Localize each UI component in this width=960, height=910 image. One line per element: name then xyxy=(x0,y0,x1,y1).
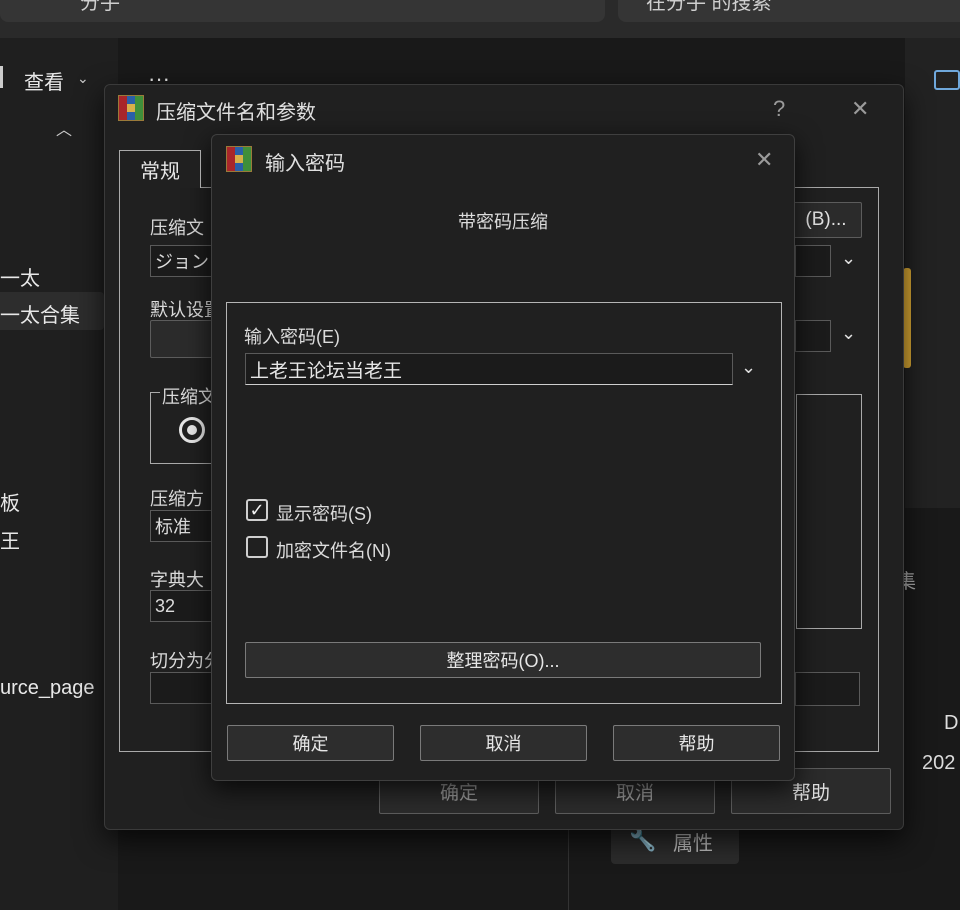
password-input[interactable]: 上老王论坛当老王 xyxy=(245,353,733,385)
check-mark-icon: ✓ xyxy=(249,499,265,520)
chevron-down-icon: ⌄ xyxy=(77,70,89,86)
close-icon[interactable]: ✕ xyxy=(755,147,773,173)
archive-options-panel xyxy=(796,394,862,629)
tab-general[interactable]: 常规 xyxy=(119,150,201,188)
chevron-down-icon[interactable]: ⌄ xyxy=(841,323,856,344)
compression-method-label: 压缩方 xyxy=(150,489,204,509)
password-ok-button[interactable]: 确定 xyxy=(227,725,394,761)
nav-item[interactable]: 一太 xyxy=(0,262,40,291)
encrypt-filenames-label[interactable]: 加密文件名(N) xyxy=(276,537,391,563)
properties-label: 属性 xyxy=(673,833,713,855)
compression-method-select[interactable]: 标准 xyxy=(150,510,220,542)
password-label: 输入密码(E) xyxy=(244,327,340,347)
password-help-button[interactable]: 帮助 xyxy=(613,725,780,761)
tab-general-label: 常规 xyxy=(140,161,180,183)
archive-help-label: 帮助 xyxy=(791,782,830,804)
chevron-up-icon[interactable]: ︿ xyxy=(56,116,72,140)
profiles-button[interactable] xyxy=(150,320,220,358)
close-icon[interactable]: ✕ xyxy=(851,96,869,122)
compression-method-value: 标准 xyxy=(155,517,191,537)
organize-passwords-button[interactable]: 整理密码(O)... xyxy=(245,642,761,678)
nav-item[interactable]: 板 xyxy=(0,487,20,516)
nav-item[interactable]: 王 xyxy=(0,525,20,554)
explorer-nav-pane xyxy=(0,38,118,910)
organize-passwords-label: 整理密码(O)... xyxy=(446,651,560,671)
split-volumes-field-end[interactable] xyxy=(795,672,860,706)
show-password-label[interactable]: 显示密码(S) xyxy=(276,500,372,526)
view-icon xyxy=(0,66,6,88)
browse-button[interactable]: (B)... xyxy=(790,202,862,238)
search-box-text: 在分手 的搜索 xyxy=(646,0,772,14)
explorer-tab-label: 分手 xyxy=(80,0,120,14)
archive-name-field[interactable]: ジョン xyxy=(150,245,220,277)
chevron-down-icon[interactable]: ⌄ xyxy=(841,248,856,269)
split-volumes-field[interactable] xyxy=(150,672,220,704)
wrench-icon: 🔧 xyxy=(629,827,657,852)
archive-format-label: 压缩文 xyxy=(160,383,218,409)
password-help-label: 帮助 xyxy=(678,734,715,754)
explorer-details-pane xyxy=(905,38,960,508)
winrar-icon xyxy=(118,95,144,121)
dictionary-size-select[interactable]: 32 xyxy=(150,590,220,622)
help-icon[interactable]: ? xyxy=(773,96,785,122)
encrypt-filenames-checkbox[interactable] xyxy=(246,536,268,558)
dictionary-size-value: 32 xyxy=(155,595,176,616)
password-dialog-title: 输入密码 xyxy=(265,153,345,175)
archive-name-label: 压缩文 xyxy=(150,218,204,238)
dictionary-size-label: 字典大 xyxy=(150,570,204,590)
details-pane-icon[interactable] xyxy=(934,70,960,90)
chevron-down-icon[interactable]: ⌄ xyxy=(741,357,756,378)
winrar-icon xyxy=(226,146,252,172)
folder-highlight xyxy=(903,268,911,368)
view-menu[interactable]: 查看 xyxy=(24,66,64,95)
details-date: 202 xyxy=(922,752,956,774)
nav-item-selected[interactable]: 一太合集 xyxy=(0,299,80,328)
password-cancel-label: 取消 xyxy=(485,734,522,754)
archive-ok-label: 确定 xyxy=(439,782,478,804)
nav-item[interactable]: urce_page xyxy=(0,677,95,700)
explorer-search-box[interactable]: 在分手 的搜索 xyxy=(618,0,960,22)
explorer-tab[interactable]: 分手 xyxy=(0,0,605,22)
archive-cancel-label: 取消 xyxy=(615,782,654,804)
update-mode-select[interactable] xyxy=(795,320,831,352)
details-drive: D: xyxy=(944,712,960,734)
archive-dialog-title: 压缩文件名和参数 xyxy=(156,102,316,124)
format-radio-rar[interactable] xyxy=(179,417,205,443)
password-dialog-heading: 带密码压缩 xyxy=(458,212,548,232)
password-cancel-button[interactable]: 取消 xyxy=(420,725,587,761)
browse-button-label: (B)... xyxy=(805,209,847,230)
password-value: 上老王论坛当老王 xyxy=(250,360,403,382)
divider xyxy=(568,830,569,910)
archive-name-value: ジョン xyxy=(155,252,209,272)
archive-name-field-end[interactable] xyxy=(795,245,831,277)
show-password-checkbox[interactable]: ✓ xyxy=(246,499,268,521)
password-ok-label: 确定 xyxy=(292,734,329,754)
